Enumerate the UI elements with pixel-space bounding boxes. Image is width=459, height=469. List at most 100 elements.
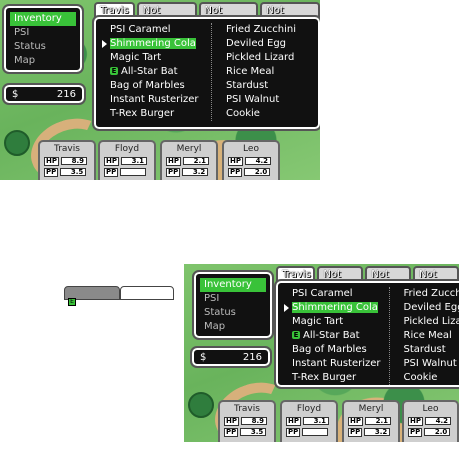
cursor-icon [284, 304, 289, 312]
pp-meter: 3.2 [364, 428, 391, 436]
item-pickled-lizard[interactable]: Pickled Lizard [220, 51, 310, 65]
item-stardust[interactable]: Stardust [398, 343, 459, 357]
menu-item-inventory[interactable]: Inventory [10, 12, 76, 26]
item-bag-of-marbles[interactable]: Bag of Marbles [286, 343, 381, 357]
status-meryl: Meryl HP 2.1 PP 3.2 [160, 140, 218, 180]
item-t-rex-burger[interactable]: T-Rex Burger [286, 371, 381, 385]
item-magic-tart[interactable]: Magic Tart [104, 51, 203, 65]
item-fried-zucchini[interactable]: Fried Zucchini [398, 287, 459, 301]
inventory-window: PSI Caramel Shimmering Cola Magic Tart E… [274, 279, 459, 389]
item-pickled-lizard[interactable]: Pickled Lizard [398, 315, 459, 329]
item-rice-meal[interactable]: Rice Meal [398, 329, 459, 343]
item-bag-of-marbles[interactable]: Bag of Marbles [104, 79, 203, 93]
party-name: Meryl [358, 404, 384, 414]
pp-label: PP [408, 427, 423, 437]
menu-item-status[interactable]: Status [200, 306, 266, 320]
item-deviled-egg[interactable]: Deviled Egg [398, 301, 459, 315]
tab-fragment-light [120, 286, 174, 300]
tab-not-travis-2[interactable]: Not Travis [365, 266, 412, 293]
item-psi-caramel[interactable]: PSI Caramel [286, 287, 381, 301]
money-symbol: $ [200, 351, 207, 363]
item-shimmering-cola[interactable]: Shimmering Cola [284, 301, 381, 315]
item-magic-tart[interactable]: Magic Tart [286, 315, 381, 329]
hp-meter: 8.9 [61, 157, 87, 165]
party-name: Meryl [176, 144, 202, 154]
item-cookie[interactable]: Cookie [398, 371, 459, 385]
tab-not-travis-3[interactable]: Not Travis [260, 2, 320, 29]
pp-meter: 3.5 [60, 168, 87, 176]
tab-not-travis-2[interactable]: Not Travis [198, 2, 259, 29]
item-rice-meal[interactable]: Rice Meal [220, 65, 310, 79]
item-psi-walnut[interactable]: PSI Walnut [220, 93, 310, 107]
status-floyd: Floyd HP 3.1 PP [98, 140, 156, 180]
party-name: Floyd [114, 144, 140, 154]
status-leo: Leo HP 4.2 PP 2.0 [402, 400, 459, 442]
hp-label: HP [348, 416, 363, 426]
menu-item-status[interactable]: Status [10, 40, 76, 54]
hp-meter: 4.2 [245, 157, 271, 165]
hp-label: HP [104, 156, 119, 166]
status-floyd: Floyd HP 3.1 PP [280, 400, 338, 442]
game-screen-top: Inventory PSI Status Map $ 216 Travis No… [0, 0, 320, 180]
tree [4, 130, 30, 156]
menu-item-inventory[interactable]: Inventory [200, 278, 266, 292]
inventory-column-right: Fried Zucchini Deviled Egg Pickled Lizar… [211, 23, 310, 121]
party-name: Travis [54, 144, 80, 154]
menu-item-psi[interactable]: PSI [10, 26, 76, 40]
tab-not-travis-1[interactable]: Not Travis [317, 266, 364, 293]
pp-label: PP [104, 167, 119, 177]
pp-meter: 3.2 [182, 168, 209, 176]
menu-item-psi[interactable]: PSI [200, 292, 266, 306]
item-all-star-bat[interactable]: E All-Star Bat [104, 65, 203, 79]
item-t-rex-burger[interactable]: T-Rex Burger [104, 107, 203, 121]
item-instant-rusterizer[interactable]: Instant Rusterizer [104, 93, 203, 107]
status-travis: Travis HP 8.9 PP 3.5 [218, 400, 276, 442]
menu-item-map[interactable]: Map [10, 54, 76, 68]
tab-travis[interactable]: Travis [276, 266, 316, 282]
money-symbol: $ [12, 88, 19, 100]
item-psi-caramel[interactable]: PSI Caramel [104, 23, 203, 37]
status-leo: Leo HP 4.2 PP 2.0 [222, 140, 280, 180]
item-fried-zucchini[interactable]: Fried Zucchini [220, 23, 310, 37]
hp-meter: 3.1 [121, 157, 147, 165]
hp-meter: 3.1 [303, 417, 329, 425]
inventory-window: PSI Caramel Shimmering Cola Magic Tart E… [92, 15, 320, 131]
cursor-icon [102, 40, 107, 48]
status-travis: Travis HP 8.9 PP 3.5 [38, 140, 96, 180]
inventory-column-right: Fried Zucchini Deviled Egg Pickled Lizar… [388, 287, 459, 385]
pp-meter: 3.5 [240, 428, 267, 436]
inventory-column-left: PSI Caramel Shimmering Cola Magic Tart E… [284, 287, 381, 385]
tab-travis[interactable]: Travis [94, 2, 135, 18]
hp-meter: 2.1 [365, 417, 391, 425]
item-deviled-egg[interactable]: Deviled Egg [220, 37, 310, 51]
tab-not-travis-3[interactable]: Not Travis [413, 266, 459, 293]
item-psi-walnut[interactable]: PSI Walnut [398, 357, 459, 371]
item-cookie[interactable]: Cookie [220, 107, 310, 121]
item-shimmering-cola[interactable]: Shimmering Cola [102, 37, 203, 51]
party-name: Leo [243, 144, 259, 154]
game-screen-bottom: Inventory PSI Status Map $ 216 Travis No… [184, 264, 459, 442]
inventory-column-left: PSI Caramel Shimmering Cola Magic Tart E… [102, 23, 203, 121]
item-instant-rusterizer[interactable]: Instant Rusterizer [286, 357, 381, 371]
item-stardust[interactable]: Stardust [220, 79, 310, 93]
tab-fragment: E [64, 286, 174, 308]
command-menu: Inventory PSI Status Map [2, 4, 84, 74]
hp-meter: 2.1 [183, 157, 209, 165]
hp-label: HP [44, 156, 59, 166]
pp-label: PP [348, 427, 363, 437]
hp-label: HP [286, 416, 301, 426]
pp-label: PP [166, 167, 181, 177]
equipped-badge-icon: E [110, 67, 118, 75]
tab-not-travis-1[interactable]: Not Travis [136, 2, 197, 29]
character-tabs: Travis Not Travis Not Travis Not Travis [276, 266, 459, 293]
money-amount: 216 [56, 88, 76, 100]
tree [188, 392, 214, 418]
menu-item-map[interactable]: Map [200, 320, 266, 334]
pp-meter: 2.0 [244, 168, 271, 176]
party-name: Leo [422, 404, 439, 414]
pp-meter [120, 168, 147, 176]
pp-label: PP [228, 167, 243, 177]
hp-label: HP [166, 156, 181, 166]
item-all-star-bat[interactable]: E All-Star Bat [286, 329, 381, 343]
character-tabs: Travis Not Travis Not Travis Not Travis [94, 2, 320, 29]
